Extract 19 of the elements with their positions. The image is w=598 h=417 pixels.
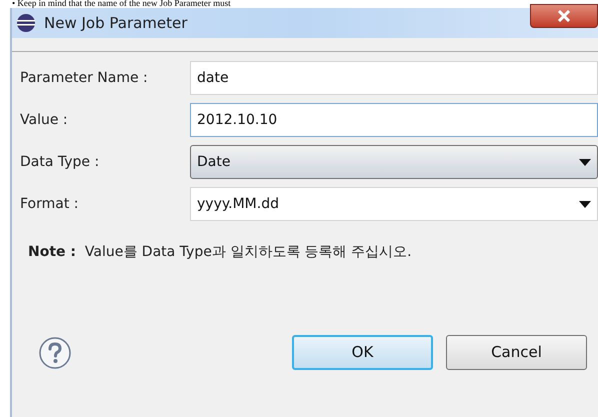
- dropdown[interactable]: Date: [190, 145, 598, 179]
- field-label: Parameter Name :: [20, 68, 149, 88]
- field-label: Value :: [20, 110, 69, 130]
- note-text: Note : Value를 Data Type과 일치하도록 등록해 주십시오.: [28, 243, 413, 262]
- dropdown-caret-icon: [579, 200, 591, 208]
- field-label: Format :: [20, 194, 80, 214]
- help-icon[interactable]: [39, 336, 71, 368]
- input-field[interactable]: date: [190, 61, 598, 95]
- field-label: Data Type :: [20, 152, 100, 172]
- window-title: New Job Parameter: [44, 12, 188, 34]
- background-text: • Keep in mind that the name of the new Job Parameter must: [12, 0, 231, 8]
- close-icon: [557, 10, 571, 22]
- dialog-button[interactable]: OK: [292, 335, 433, 370]
- close-button[interactable]: [530, 4, 598, 28]
- combo-box[interactable]: yyyy.MM.dd: [190, 187, 598, 221]
- dialog-button[interactable]: Cancel: [446, 335, 587, 370]
- input-field[interactable]: 2012.10.10: [190, 103, 598, 137]
- eclipse-icon: [16, 13, 36, 33]
- dropdown-caret-icon: [579, 158, 591, 166]
